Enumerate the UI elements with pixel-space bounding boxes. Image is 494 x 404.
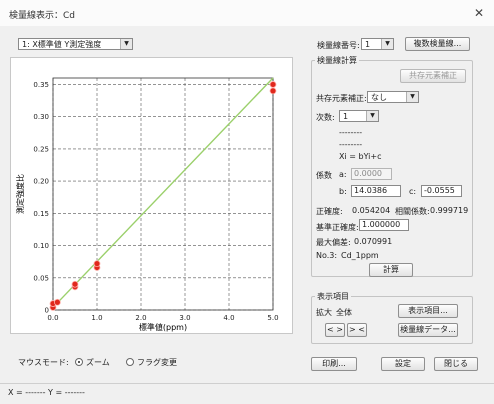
max-deviation-value: 0.070991 xyxy=(354,237,393,246)
plot-type-value: 1: X標準値 Y測定強度 xyxy=(22,40,102,49)
print-button[interactable]: 印刷... xyxy=(311,357,357,371)
display-items-button[interactable]: 表示項目... xyxy=(398,304,458,318)
chevron-down-icon: ▼ xyxy=(366,111,378,121)
data-point xyxy=(54,298,61,306)
coef-c-field[interactable]: -0.0555 xyxy=(421,185,462,197)
fit-line-segment xyxy=(52,77,274,308)
order-dropdown[interactable]: 1 ▼ xyxy=(339,110,379,122)
y-tick-label: 0.20 xyxy=(33,178,49,186)
y-tick-label: 0.25 xyxy=(33,145,49,153)
coexist-correction-button[interactable]: 共存元素補正 xyxy=(400,69,466,83)
correlation-value: 0.999719 xyxy=(430,206,469,215)
calibration-chart[interactable]: 0.0 1.0 2.0 3.0 4.0 5.0 0 0.05 0.10 0.15 0.20 0.25 0… xyxy=(11,58,292,333)
coef-c-label: c: xyxy=(409,187,417,196)
y-tick-label: 0.10 xyxy=(33,242,49,250)
chevron-down-icon: ▼ xyxy=(406,92,418,102)
coef-a-field: 0.0000 xyxy=(351,168,392,180)
accuracy-value: 0.054204 xyxy=(352,206,391,215)
ref-accuracy-label: 基準正確度: xyxy=(316,223,359,232)
y-tick-label: 0.15 xyxy=(33,210,49,218)
plot-area[interactable]: 0.0 1.0 2.0 3.0 4.0 5.0 0 0.05 0.10 0.15 0.20 0.25 0… xyxy=(10,57,293,334)
data-point xyxy=(269,87,277,95)
zoom-value: 全体 xyxy=(336,308,352,317)
zoom-radio-label: ズーム xyxy=(86,358,110,367)
x-tick-label: 0.0 xyxy=(47,314,58,322)
swap-button[interactable]: > < xyxy=(347,323,367,337)
x-axis-label: 標準値(ppm) xyxy=(139,322,187,332)
display-group-caption: 表示項目 xyxy=(315,291,351,302)
curve-data-button[interactable]: 検量線データ... xyxy=(398,323,458,337)
chevron-down-icon: ▼ xyxy=(381,39,393,49)
data-point xyxy=(269,81,277,88)
y-axis-label: 測定強度比 xyxy=(15,174,25,214)
window-title: 検量線表示：Cd xyxy=(9,11,75,21)
close-button[interactable]: 閉じる xyxy=(434,357,478,371)
data-point xyxy=(93,260,101,268)
order-label: 次数: xyxy=(316,113,335,122)
sample-no-value: Cd_1ppm xyxy=(341,251,379,260)
tick-labels: 0.0 1.0 2.0 3.0 4.0 5.0 0 0.05 0.10 0.15 0.20 0.25 0… xyxy=(33,81,278,322)
calculate-button[interactable]: 計算 xyxy=(369,263,413,277)
plot-type-dropdown[interactable]: 1: X標準値 Y測定強度 ▼ xyxy=(18,38,133,50)
y-tick-label: 0.30 xyxy=(33,113,49,121)
sample-no-label: No.3: xyxy=(316,251,338,260)
max-deviation-label: 最大偏差: xyxy=(316,238,351,247)
settings-button[interactable]: 設定 xyxy=(381,357,425,371)
calibration-curve-window: 検量線表示：Cd ✕ 1: X標準値 Y測定強度 ▼ 0.0 1.0 2.0 3.0 4… xyxy=(0,0,494,404)
y-tick-label: 0 xyxy=(45,307,49,315)
flag-radio[interactable] xyxy=(126,358,134,366)
x-tick-label: 2.0 xyxy=(135,314,146,322)
calc-group-caption: 検量線計算 xyxy=(315,55,359,66)
curve-number-dropdown[interactable]: 1 ▼ xyxy=(361,38,394,50)
flag-radio-label: フラグ変更 xyxy=(137,358,177,367)
x-tick-label: 5.0 xyxy=(267,314,278,322)
order-value: 1 xyxy=(343,112,349,121)
multi-curve-button[interactable]: 複数検量線... xyxy=(405,37,470,51)
accuracy-label: 正確度: xyxy=(316,207,343,216)
status-bar: X = ------- Y = ------- xyxy=(0,383,494,404)
coefficient-label: 係数 xyxy=(316,171,332,180)
close-icon[interactable]: ✕ xyxy=(472,6,486,20)
coef-b-field[interactable]: 14.0386 xyxy=(351,185,401,197)
fit-line xyxy=(52,77,274,308)
zoom-radio[interactable] xyxy=(75,358,83,366)
x-tick-label: 3.0 xyxy=(179,314,190,322)
title-bar: 検量線表示：Cd ✕ xyxy=(0,0,494,26)
coef-b-label: b: xyxy=(339,187,347,196)
coexist-correction-label: 共存元素補正: xyxy=(316,94,367,103)
data-point xyxy=(71,280,79,288)
ref-accuracy-field[interactable]: 1.000000 xyxy=(359,219,409,231)
x-tick-label: 4.0 xyxy=(223,314,234,322)
prev-next-button[interactable]: < > xyxy=(325,323,345,337)
fit-formula: Xi = bYi+c xyxy=(339,152,382,161)
placeholder-dash-2: -------- xyxy=(339,140,363,149)
y-tick-label: 0.05 xyxy=(33,274,49,282)
chevron-down-icon: ▼ xyxy=(120,39,132,49)
zoom-label: 拡大 xyxy=(316,308,332,317)
y-tick-label: 0.35 xyxy=(33,81,49,89)
mouse-mode-label: マウスモード: xyxy=(18,358,69,367)
curve-number-label: 検量線番号: xyxy=(317,41,360,50)
coexist-correction-value: なし xyxy=(371,93,387,102)
coexist-correction-dropdown[interactable]: なし ▼ xyxy=(367,91,419,103)
coef-a-label: a: xyxy=(339,170,347,179)
curve-number-value: 1 xyxy=(365,40,371,49)
coordinate-readout: X = ------- Y = ------- xyxy=(8,388,85,397)
correlation-label: 相關係数: xyxy=(395,207,430,216)
placeholder-dash-1: -------- xyxy=(339,128,363,137)
x-tick-label: 1.0 xyxy=(91,314,102,322)
